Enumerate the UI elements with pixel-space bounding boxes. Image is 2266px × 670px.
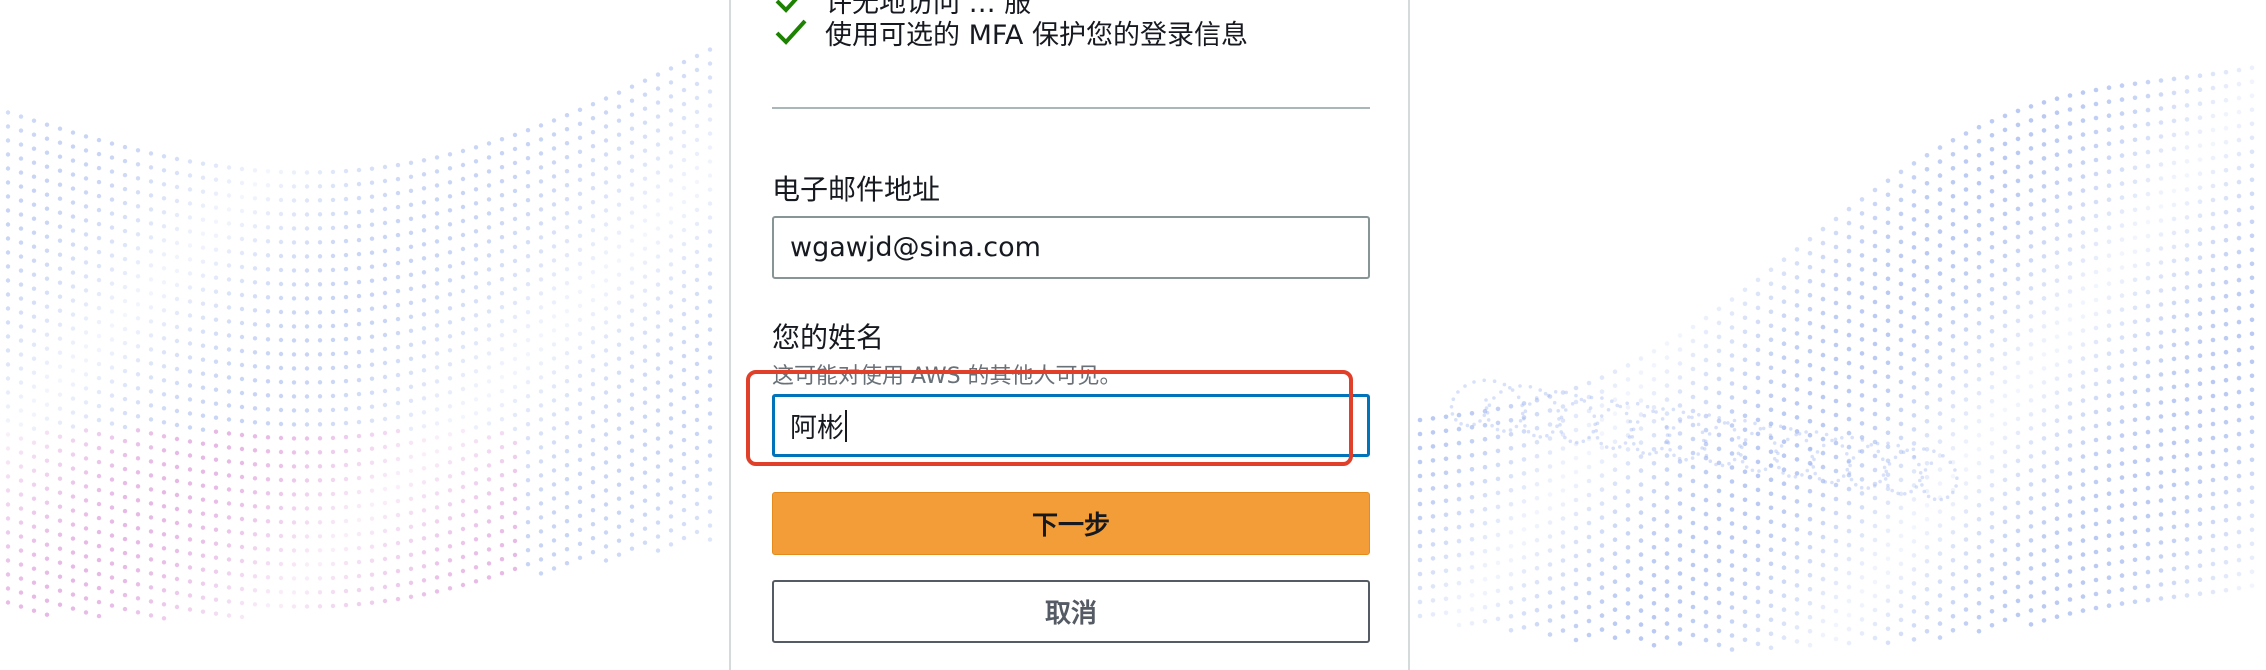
benefit-text: 使用可选的 MFA 保护您的登录信息 — [825, 19, 1248, 51]
name-value: 阿彬 — [790, 413, 844, 444]
text-cursor — [845, 409, 847, 442]
cancel-button[interactable]: 取消 — [772, 580, 1370, 643]
signup-panel: 许无地访问 … 服 使用可选的 MFA 保护您的登录信息 电子邮件地址 wgaw… — [729, 0, 1410, 670]
name-field[interactable]: 阿彬 — [772, 394, 1370, 457]
checkmark-icon — [771, 12, 811, 52]
email-value: wgawjd@sina.com — [790, 232, 1041, 263]
name-label: 您的姓名 — [772, 321, 885, 354]
email-field[interactable]: wgawjd@sina.com — [772, 216, 1370, 279]
next-button[interactable]: 下一步 — [772, 492, 1370, 555]
benefit-item: 使用可选的 MFA 保护您的登录信息 — [771, 12, 1248, 52]
email-label: 电子邮件地址 — [772, 173, 941, 206]
divider — [772, 107, 1370, 109]
name-hint: 这可能对使用 AWS 的其他人可见。 — [772, 364, 1122, 389]
